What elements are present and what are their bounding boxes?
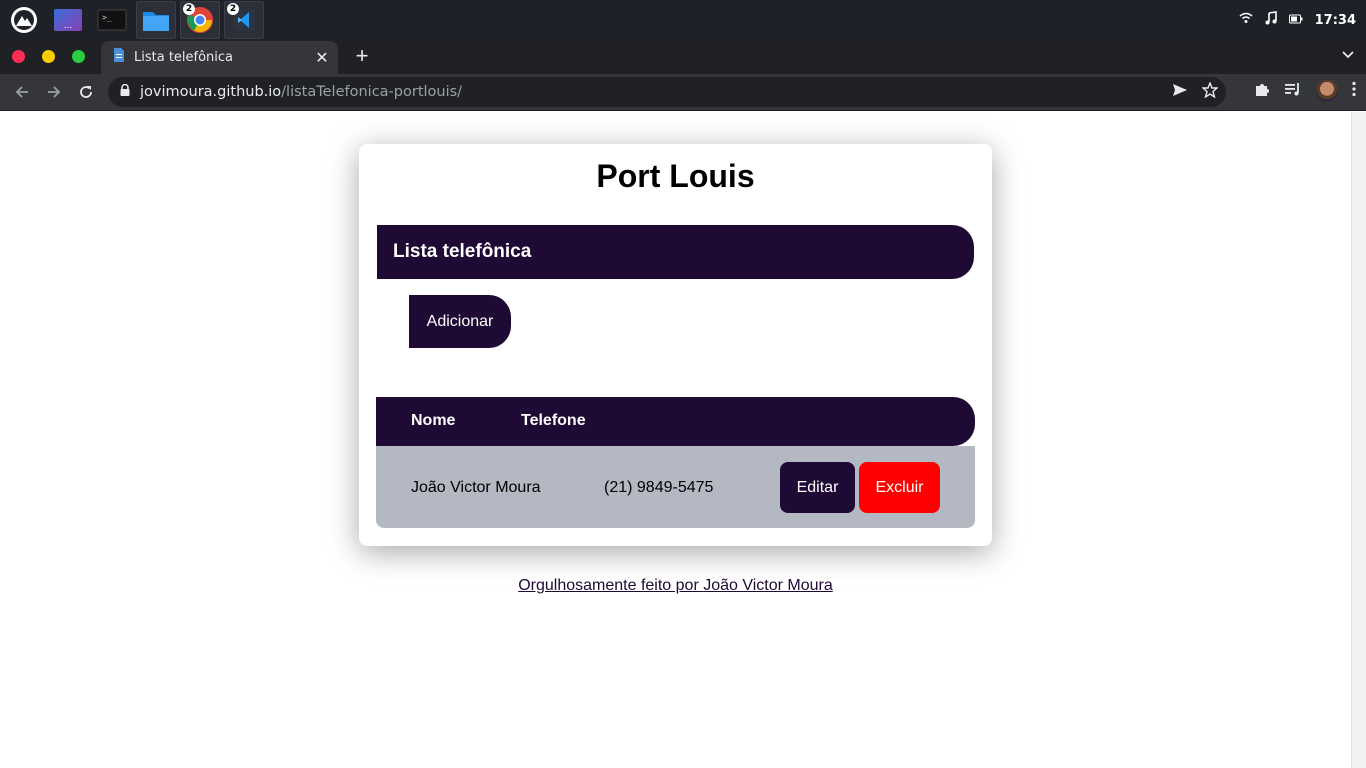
section-header: Lista telefônica: [377, 225, 974, 279]
kebab-menu-icon[interactable]: [1352, 81, 1356, 102]
contact-name: João Victor Moura: [411, 479, 541, 496]
tab-close-icon[interactable]: ✕: [310, 48, 334, 68]
page-viewport: Port Louis Lista telefônica Adicionar No…: [0, 112, 1351, 768]
files-icon[interactable]: [136, 1, 176, 39]
new-tab-button[interactable]: +: [350, 43, 374, 69]
extensions-puzzle-icon[interactable]: [1254, 81, 1270, 102]
music-icon[interactable]: [1265, 11, 1277, 29]
wifi-icon[interactable]: [1239, 12, 1253, 28]
minimize-window-button[interactable]: [42, 50, 55, 63]
back-button[interactable]: [10, 80, 34, 104]
edit-button[interactable]: Editar: [780, 462, 855, 513]
media-queue-icon[interactable]: [1284, 81, 1302, 102]
vscode-window-count: 2: [227, 3, 239, 15]
reload-button[interactable]: [74, 80, 98, 104]
contact-phone: (21) 9849-5475: [604, 479, 714, 496]
browser-toolbar: jovimoura.github.io/listaTelefonica-port…: [0, 74, 1366, 111]
forward-button[interactable]: [42, 80, 66, 104]
delete-button[interactable]: Excluir: [859, 462, 940, 513]
lock-icon[interactable]: [120, 83, 130, 101]
column-header-name: Nome: [411, 412, 456, 429]
close-window-button[interactable]: [12, 50, 25, 63]
tab-title: Lista telefônica: [134, 50, 234, 65]
chrome-icon[interactable]: 2: [180, 1, 220, 39]
footer: Orgulhosamente feito por João Victor Mou…: [0, 577, 1351, 595]
terminal-icon[interactable]: >_: [92, 1, 132, 39]
bookmark-star-icon[interactable]: [1201, 81, 1219, 103]
desktop-app-icon[interactable]: ...: [48, 1, 88, 39]
url-text: jovimoura.github.io/listaTelefonica-port…: [140, 84, 462, 100]
table-header: Nome Telefone: [376, 397, 975, 446]
os-taskbar: ... >_ 2 2 17:34: [0, 0, 1366, 40]
section-header-label: Lista telefônica: [393, 241, 532, 262]
chrome-window-count: 2: [183, 3, 195, 15]
footer-prefix: Orgulhosamente feito por: [518, 577, 704, 594]
svg-text:>_: >_: [102, 13, 112, 22]
battery-icon[interactable]: [1288, 13, 1303, 28]
launcher-icon[interactable]: [4, 1, 44, 39]
page-title: Port Louis: [596, 158, 755, 194]
footer-credit-link[interactable]: Orgulhosamente feito por João Victor Mou…: [518, 577, 833, 594]
url-host: jovimoura.github.io: [140, 84, 282, 100]
tab-search-chevron-icon[interactable]: [1342, 46, 1354, 62]
browser-tab-active[interactable]: Lista telefônica ✕: [101, 41, 338, 74]
favicon-icon: [113, 48, 125, 67]
clock[interactable]: 17:34: [1315, 13, 1356, 28]
column-header-phone: Telefone: [521, 412, 586, 429]
address-bar[interactable]: jovimoura.github.io/listaTelefonica-port…: [108, 77, 1226, 107]
browser-tabstrip: Lista telefônica ✕ +: [0, 40, 1366, 74]
profile-avatar[interactable]: [1316, 80, 1338, 102]
footer-author: João Victor Moura: [703, 577, 833, 594]
page-scrollbar[interactable]: [1351, 112, 1366, 768]
phonebook-card: Port Louis Lista telefônica Adicionar No…: [359, 144, 992, 546]
svg-text:...: ...: [64, 21, 73, 31]
url-path: /listaTelefonica-portlouis/: [281, 84, 463, 100]
send-tab-icon[interactable]: [1172, 82, 1188, 103]
table-row: João Victor Moura (21) 9849-5475 Editar …: [376, 446, 975, 528]
maximize-window-button[interactable]: [72, 50, 85, 63]
vscode-icon[interactable]: 2: [224, 1, 264, 39]
add-contact-button[interactable]: Adicionar: [409, 295, 511, 348]
